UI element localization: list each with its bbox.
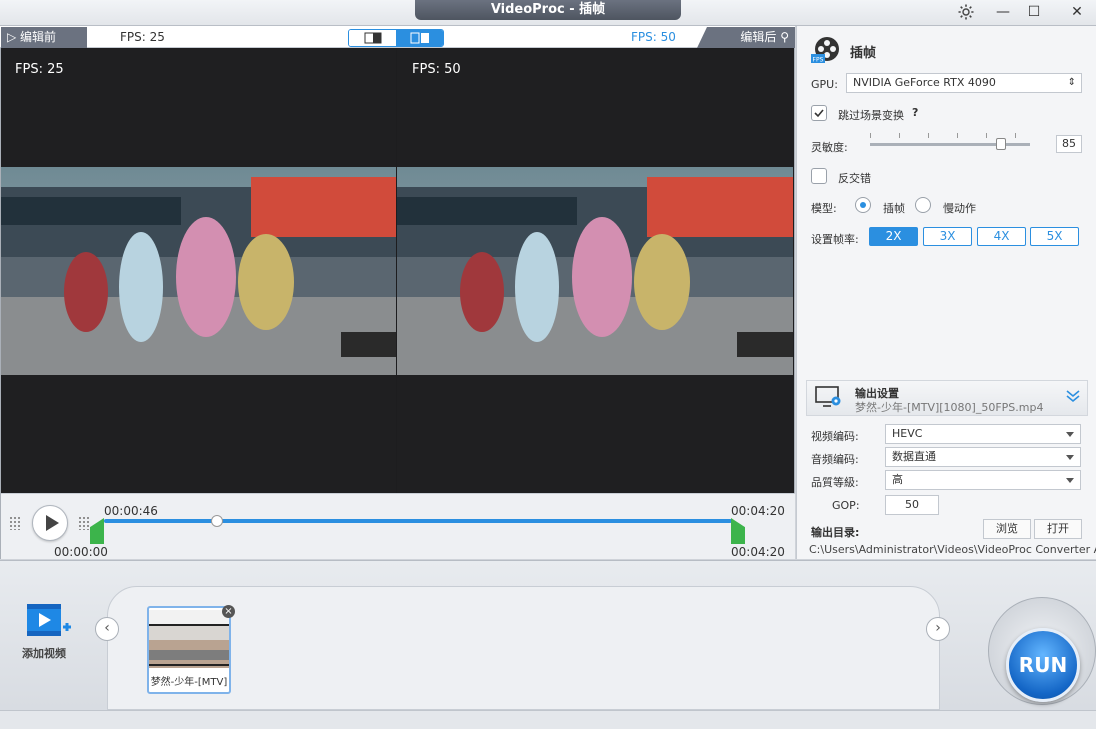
gpu-value: NVIDIA GeForce RTX 4090: [853, 76, 996, 89]
close-icon[interactable]: ✕: [1064, 2, 1090, 22]
help-icon[interactable]: ?: [912, 106, 918, 119]
add-video-label[interactable]: 添加视频: [22, 645, 66, 661]
timeline-bar: [1, 493, 795, 559]
playhead-handle[interactable]: [211, 515, 224, 527]
panel-title: 插帧: [850, 46, 877, 61]
deinterlace-checkbox[interactable]: [811, 168, 827, 184]
gpu-select[interactable]: NVIDIA GeForce RTX 4090 ⇕: [846, 73, 1082, 93]
quality-select[interactable]: 高: [885, 470, 1081, 490]
search-icon: ⚲: [776, 30, 789, 44]
model-option-slowmo: 慢动作: [943, 202, 976, 215]
output-filename: 梦然-少年-[MTV][1080]_50FPS.mp4: [855, 401, 1044, 414]
framerate-label: 设置帧率:: [811, 233, 859, 246]
after-edit-tab[interactable]: 编辑后 ⚲: [697, 27, 795, 48]
drag-grip-icon[interactable]: [78, 516, 90, 530]
clip-strip: [107, 586, 940, 710]
status-bar: [0, 710, 1096, 729]
multiplier-4x-button[interactable]: 4X: [977, 227, 1026, 246]
dropdown-arrow-icon: [1066, 478, 1074, 483]
sensitivity-slider-thumb[interactable]: [996, 138, 1006, 150]
skip-scene-checkbox[interactable]: [811, 105, 827, 121]
view-mode-toggle[interactable]: [348, 29, 444, 47]
before-edit-label: 编辑前: [20, 30, 57, 44]
output-dir-path: C:\Users\Administrator\Videos\VideoProc …: [809, 543, 1096, 556]
play-triangle-icon: ▷: [7, 30, 21, 44]
before-edit-tab[interactable]: ▷ 编辑前: [1, 27, 87, 48]
browse-button[interactable]: 浏览: [983, 519, 1031, 539]
fps-after-overlay: FPS: 50: [412, 62, 461, 77]
clip-thumbnail[interactable]: 梦然-少年-[MTV]: [147, 606, 231, 694]
timeline-track[interactable]: [104, 519, 732, 523]
fps-before-label: FPS: 25: [120, 30, 165, 44]
single-view-icon[interactable]: [349, 30, 396, 46]
split-view-icon[interactable]: [396, 30, 443, 46]
video-codec-label: 视频编码:: [811, 430, 859, 443]
multiplier-2x-button[interactable]: 2X: [869, 227, 918, 246]
model-radio-slowmo[interactable]: [915, 197, 931, 213]
drag-grip-icon[interactable]: [9, 516, 21, 530]
gpu-label: GPU:: [811, 78, 838, 91]
sensitivity-value[interactable]: 85: [1056, 135, 1082, 153]
svg-text:FPS: FPS: [813, 57, 824, 64]
end-time-top: 00:04:20: [731, 504, 785, 518]
prev-arrow-icon[interactable]: ‹: [95, 617, 119, 641]
multiplier-3x-button[interactable]: 3X: [923, 227, 972, 246]
model-radio-interpolate[interactable]: [855, 197, 871, 213]
remove-clip-icon[interactable]: ×: [222, 605, 235, 618]
after-edit-label: 编辑后: [740, 30, 777, 44]
dropdown-arrow-icon: [1066, 432, 1074, 437]
dropdown-arrow-icon: [1066, 455, 1074, 460]
video-frame-after: [397, 167, 793, 375]
quality-label: 品質等級:: [811, 476, 859, 489]
gop-input[interactable]: 50: [885, 495, 939, 515]
chevron-down-icon[interactable]: [1065, 388, 1081, 404]
maximize-icon[interactable]: ☐: [1021, 2, 1047, 22]
video-frame-before: [1, 167, 396, 375]
model-label: 模型:: [811, 202, 837, 215]
skip-scene-label: 跳过场景变换: [838, 109, 904, 122]
audio-codec-select[interactable]: 数据直通: [885, 447, 1081, 467]
video-codec-value: HEVC: [892, 427, 923, 440]
start-time: 00:00:00: [54, 545, 108, 559]
sensitivity-label: 灵敏度:: [811, 141, 848, 154]
next-arrow-icon[interactable]: ›: [926, 617, 950, 641]
fps-after-label: FPS: 50: [631, 30, 676, 44]
current-time: 00:00:46: [104, 504, 158, 518]
settings-gear-icon[interactable]: [953, 2, 979, 22]
clip-name: 梦然-少年-[MTV]: [150, 677, 228, 688]
multiplier-5x-button[interactable]: 5X: [1030, 227, 1079, 246]
add-video-icon[interactable]: [24, 601, 72, 641]
gop-label: GOP:: [832, 499, 860, 512]
audio-codec-value: 数据直通: [892, 450, 936, 463]
run-button[interactable]: RUN: [1006, 628, 1080, 702]
film-reel-icon: FPS: [811, 36, 841, 64]
audio-codec-label: 音频编码:: [811, 453, 859, 466]
model-option-interpolate: 插帧: [883, 202, 905, 215]
window-title: VideoProc - 插帧: [415, 0, 681, 20]
video-codec-select[interactable]: HEVC: [885, 424, 1081, 444]
quality-value: 高: [892, 473, 903, 486]
play-button[interactable]: [32, 505, 68, 541]
checkmark-icon: [814, 109, 824, 118]
sensitivity-slider[interactable]: [870, 143, 1030, 146]
fps-before-overlay: FPS: 25: [15, 62, 64, 77]
clip-preview-image: [149, 610, 229, 668]
monitor-gear-icon: [815, 385, 843, 409]
end-time-bottom: 00:04:20: [731, 545, 785, 559]
output-dir-label: 输出目录:: [811, 526, 860, 539]
open-folder-button[interactable]: 打开: [1034, 519, 1082, 539]
slider-ticks: [870, 133, 1030, 138]
deinterlace-label: 反交错: [838, 172, 871, 185]
minimize-icon[interactable]: —: [990, 2, 1016, 22]
updown-icon: ⇕: [1067, 77, 1076, 88]
